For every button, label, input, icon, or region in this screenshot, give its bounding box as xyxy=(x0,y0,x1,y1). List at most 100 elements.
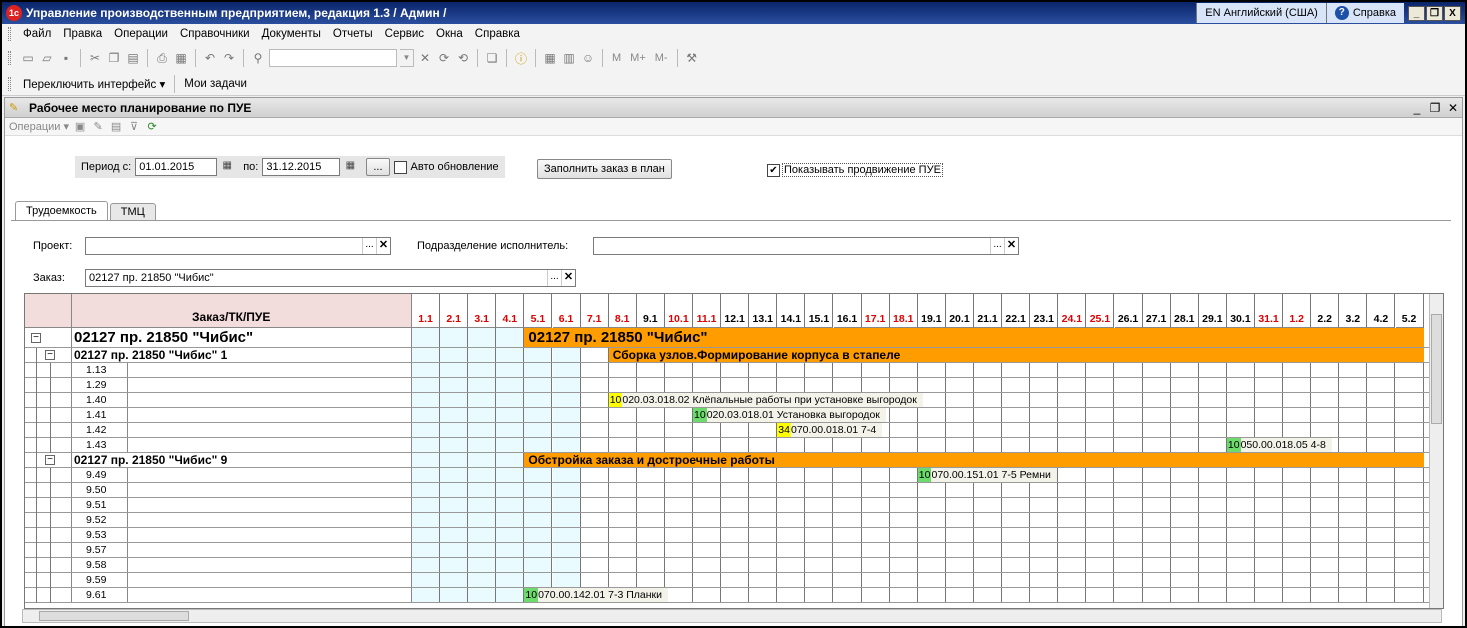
calendar-icon[interactable]: ▦ xyxy=(221,160,233,174)
edit-icon[interactable]: ✎ xyxy=(91,120,105,134)
project-clear-button[interactable]: ✕ xyxy=(376,238,390,254)
subwindow-restore-button[interactable]: ❐ xyxy=(1426,101,1444,115)
refresh-icon[interactable]: ⟳ xyxy=(145,120,159,134)
new-doc-icon[interactable]: ▭ xyxy=(20,50,36,66)
horizontal-scrollbar[interactable] xyxy=(22,609,1442,623)
calendar-cells[interactable]: 10 020.03.018.01 Установка выгородок xyxy=(412,408,1443,422)
switch-interface-button[interactable]: Переключить интерфейс ▾ xyxy=(17,77,171,91)
calendar-cells[interactable] xyxy=(412,378,1443,392)
calculator-icon[interactable]: ▦ xyxy=(542,50,558,66)
tk-row[interactable]: − 02127 пр. 21850 "Чибис" 1 Сборка узлов.Ф… xyxy=(25,348,1443,363)
clear-search-icon[interactable]: ✕ xyxy=(417,50,433,66)
task-bar[interactable]: 10 020.03.018.01 Установка выгородок xyxy=(693,408,886,422)
collapse-icon[interactable]: − xyxy=(31,333,41,343)
preview-icon[interactable]: ▦ xyxy=(173,50,189,66)
windows-icon[interactable]: ❏ xyxy=(484,50,500,66)
operations-menu[interactable]: Операции ▾ xyxy=(9,120,69,133)
pue-row[interactable]: 1.43 10 050.00.018.05 4-8 xyxy=(25,438,1443,453)
toolbar-grip[interactable] xyxy=(8,76,11,91)
collapse-icon[interactable]: − xyxy=(45,455,55,465)
my-tasks-button[interactable]: Мои задачи xyxy=(178,78,253,90)
pue-row[interactable]: 1.40 10 020.03.018.02 Клёпальные работы пр… xyxy=(25,393,1443,408)
menu-operations[interactable]: Операции xyxy=(108,28,174,40)
open-folder-icon[interactable]: ▱ xyxy=(39,50,55,66)
division-choose-button[interactable]: ... xyxy=(990,238,1004,254)
collapse-icon[interactable]: − xyxy=(45,350,55,360)
order-row[interactable]: − 02127 пр. 21850 "Чибис" 02127 пр. 21850 … xyxy=(25,328,1443,348)
users-icon[interactable]: ☺ xyxy=(580,50,596,66)
info-icon[interactable]: ⓘ xyxy=(513,50,529,66)
calendar-cells[interactable] xyxy=(412,543,1443,557)
find-icon[interactable]: ⚲ xyxy=(250,50,266,66)
calendar-cells[interactable] xyxy=(412,528,1443,542)
calendar-cells[interactable] xyxy=(412,498,1443,512)
vertical-scrollbar[interactable] xyxy=(1429,294,1443,608)
pue-row[interactable]: 9.52 xyxy=(25,513,1443,528)
calendar-cells[interactable]: 10 050.00.018.05 4-8 xyxy=(412,438,1443,452)
help-button[interactable]: ? Справка xyxy=(1325,3,1404,23)
close-button[interactable]: X xyxy=(1444,5,1461,21)
pue-row[interactable]: 9.58 xyxy=(25,558,1443,573)
tools-icon[interactable]: ⚒ xyxy=(684,50,700,66)
print-icon[interactable]: ⎙ xyxy=(154,50,170,66)
calendar-cells[interactable] xyxy=(412,483,1443,497)
calendar-cells[interactable]: 02127 пр. 21850 "Чибис" xyxy=(412,328,1443,347)
period-to-input[interactable] xyxy=(262,158,341,176)
menu-reports[interactable]: Отчеты xyxy=(327,28,379,40)
search-input[interactable] xyxy=(269,49,397,67)
task-bar[interactable]: 10 050.00.018.05 4-8 xyxy=(1226,438,1332,452)
copy-icon[interactable]: ❐ xyxy=(106,50,122,66)
language-indicator[interactable]: EN Английский (США) xyxy=(1196,3,1326,23)
cut-icon[interactable]: ✂ xyxy=(87,50,103,66)
calendar-cells[interactable]: Обстройка заказа и достроечные работы xyxy=(412,453,1443,467)
division-clear-button[interactable]: ✕ xyxy=(1004,238,1018,254)
restore-button[interactable]: ❐ xyxy=(1426,5,1443,21)
list-icon[interactable]: ▤ xyxy=(109,120,123,134)
menu-edit[interactable]: Правка xyxy=(57,28,108,40)
calendar-cells[interactable]: Сборка узлов.Формирование корпуса в стап… xyxy=(412,348,1443,362)
show-progress-checkbox[interactable]: ✔ xyxy=(767,163,780,177)
planning-grid[interactable]: Заказ/ТК/ПУЕ 1.1 2.1 3.1 4.1 5.1 6.1 7.1 8.1 9.1… xyxy=(24,293,1444,609)
tab-labor[interactable]: Трудоемкость xyxy=(15,201,108,221)
pue-row[interactable]: 1.13 xyxy=(25,363,1443,378)
subwindow-close-button[interactable]: ✕ xyxy=(1444,101,1462,115)
order-field[interactable]: 02127 пр. 21850 "Чибис" ... ✕ xyxy=(85,269,576,287)
pue-row[interactable]: 1.41 10 020.03.018.01 Установка выгородок xyxy=(25,408,1443,423)
calendar-cells[interactable] xyxy=(412,558,1443,572)
calendar-icon[interactable]: ▦ xyxy=(344,160,356,174)
tab-materials[interactable]: ТМЦ xyxy=(109,203,156,221)
horizontal-scroll-thumb[interactable] xyxy=(39,611,189,621)
period-choose-button[interactable]: ... xyxy=(366,158,390,176)
search-dropdown-icon[interactable]: ▼ xyxy=(400,49,414,67)
project-choose-button[interactable]: ... xyxy=(362,238,376,254)
save-icon[interactable]: ▪ xyxy=(58,50,74,66)
paste-icon[interactable]: ▤ xyxy=(125,50,141,66)
menu-service[interactable]: Сервис xyxy=(379,28,430,40)
order-choose-button[interactable]: ... xyxy=(547,270,561,286)
calendar-icon[interactable]: ▥ xyxy=(561,50,577,66)
menu-windows[interactable]: Окна xyxy=(430,28,469,40)
filter-icon[interactable]: ⊽ xyxy=(127,120,141,134)
calendar-cells[interactable]: 10 070.00.142.01 7-3 Планки xyxy=(412,588,1443,602)
pue-row[interactable]: 1.42 34 070.00.018.01 7-4 xyxy=(25,423,1443,438)
pue-row[interactable]: 9.49 10 070.00.151.01 7-5 Ремни xyxy=(25,468,1443,483)
minimize-button[interactable]: _ xyxy=(1408,5,1425,21)
pue-row[interactable]: 9.61 10 070.00.142.01 7-3 Планки xyxy=(25,588,1443,603)
pue-row[interactable]: 9.57 xyxy=(25,543,1443,558)
calendar-cells[interactable] xyxy=(412,513,1443,527)
pue-row[interactable]: 1.29 xyxy=(25,378,1443,393)
work-bar[interactable]: Сборка узлов.Формирование корпуса в стап… xyxy=(608,348,1424,362)
period-from-input[interactable] xyxy=(135,158,218,176)
pue-row[interactable]: 9.50 xyxy=(25,483,1443,498)
pue-row[interactable]: 9.51 xyxy=(25,498,1443,513)
calendar-cells[interactable]: 10 020.03.018.02 Клёпальные работы при ус… xyxy=(412,393,1443,407)
menu-help[interactable]: Справка xyxy=(469,28,526,40)
find-prev-icon[interactable]: ⟲ xyxy=(455,50,471,66)
task-bar[interactable]: 10 070.00.151.01 7-5 Ремни xyxy=(917,468,1057,482)
memory-plus-button[interactable]: M+ xyxy=(627,52,649,64)
division-field[interactable]: ... ✕ xyxy=(593,237,1019,255)
calendar-cells[interactable] xyxy=(412,573,1443,587)
tk-row[interactable]: − 02127 пр. 21850 "Чибис" 9 Обстройка зака… xyxy=(25,453,1443,468)
pue-row[interactable]: 9.53 xyxy=(25,528,1443,543)
undo-icon[interactable]: ↶ xyxy=(202,50,218,66)
